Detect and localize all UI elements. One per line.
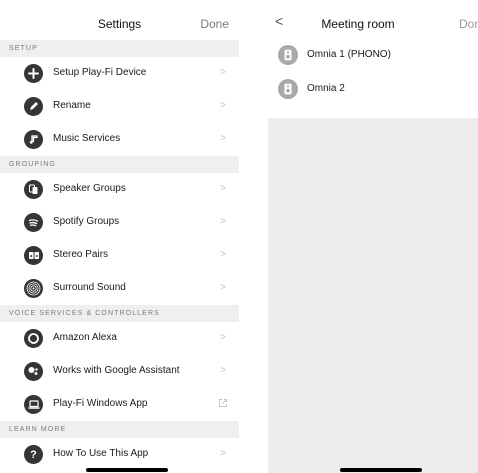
how-to-use-item[interactable]: ? How To Use This App > xyxy=(0,438,239,471)
rename-item[interactable]: Rename > xyxy=(0,90,239,123)
spotify-groups-item[interactable]: Spotify Groups > xyxy=(0,206,239,239)
device-list: Omnia 1 (PHONO) Omnia 2 xyxy=(268,40,478,118)
setup-device-item[interactable]: Setup Play-Fi Device > xyxy=(0,57,239,90)
section-header-grouping: GROUPING xyxy=(0,156,239,173)
music-services-label: Music Services xyxy=(53,133,121,144)
chevron-right-icon: > xyxy=(220,133,226,144)
device-item-omnia-2[interactable]: Omnia 2 xyxy=(268,74,478,108)
external-link-icon xyxy=(219,399,227,407)
rename-label: Rename xyxy=(53,100,91,111)
windows-app-item[interactable]: Play-Fi Windows App xyxy=(0,388,239,421)
section-header-learn-more: LEARN MORE xyxy=(0,421,239,438)
pencil-icon xyxy=(24,97,43,116)
chevron-right-icon: > xyxy=(220,67,226,78)
device-item-omnia-1[interactable]: Omnia 1 (PHONO) xyxy=(268,40,478,74)
surround-sound-icon xyxy=(24,279,43,298)
chevron-right-icon: > xyxy=(220,365,226,376)
chevron-right-icon: > xyxy=(220,216,226,227)
chevron-right-icon: > xyxy=(220,282,226,293)
meeting-room-nav-bar: < Meeting room Done xyxy=(268,0,478,40)
music-note-icon xyxy=(24,130,43,149)
spotify-icon xyxy=(24,213,43,232)
spotify-groups-label: Spotify Groups xyxy=(53,216,120,227)
windows-app-label: Play-Fi Windows App xyxy=(53,398,148,409)
speaker-groups-label: Speaker Groups xyxy=(53,183,126,194)
meeting-room-panel: < Meeting room Done Omnia 1 (PHONO) Omni… xyxy=(268,0,478,473)
stereo-pair-icon xyxy=(24,246,43,265)
laptop-icon xyxy=(24,395,43,414)
meeting-room-done-button[interactable]: Done xyxy=(459,17,478,31)
speaker-icon xyxy=(278,45,298,65)
device-name: Omnia 2 xyxy=(307,83,345,94)
chevron-right-icon: > xyxy=(220,249,226,260)
chevron-right-icon: > xyxy=(220,100,226,111)
meeting-room-title: Meeting room xyxy=(321,17,395,31)
device-name: Omnia 1 (PHONO) xyxy=(307,49,391,60)
surround-sound-label: Surround Sound xyxy=(53,282,126,293)
stereo-pairs-item[interactable]: Stereo Pairs > xyxy=(0,239,239,272)
how-to-use-label: How To Use This App xyxy=(53,448,149,459)
home-indicator xyxy=(86,468,168,472)
surround-sound-item[interactable]: Surround Sound > xyxy=(0,272,239,305)
speaker-group-icon xyxy=(24,180,43,199)
amazon-alexa-label: Amazon Alexa xyxy=(53,332,117,343)
settings-panel: Settings Done SETUP Setup Play-Fi Device… xyxy=(0,0,239,473)
alexa-icon xyxy=(24,329,43,348)
home-indicator xyxy=(340,468,422,472)
speaker-groups-item[interactable]: Speaker Groups > xyxy=(0,173,239,206)
google-assistant-icon xyxy=(24,362,43,381)
chevron-right-icon: > xyxy=(220,332,226,343)
plus-icon xyxy=(24,64,43,83)
stereo-pairs-label: Stereo Pairs xyxy=(53,249,109,260)
music-services-item[interactable]: Music Services > xyxy=(0,123,239,156)
settings-nav-bar: Settings Done xyxy=(0,0,239,40)
speaker-icon xyxy=(278,79,298,99)
google-assistant-label: Works with Google Assistant xyxy=(53,365,180,376)
chevron-right-icon: > xyxy=(220,183,226,194)
setup-device-label: Setup Play-Fi Device xyxy=(53,67,147,78)
section-header-voice: VOICE SERVICES & CONTROLLERS xyxy=(0,305,239,322)
section-header-setup: SETUP xyxy=(0,40,239,57)
done-button[interactable]: Done xyxy=(200,17,229,31)
chevron-right-icon: > xyxy=(220,448,226,459)
amazon-alexa-item[interactable]: Amazon Alexa > xyxy=(0,322,239,355)
question-icon: ? xyxy=(24,445,43,464)
google-assistant-item[interactable]: Works with Google Assistant > xyxy=(0,355,239,388)
